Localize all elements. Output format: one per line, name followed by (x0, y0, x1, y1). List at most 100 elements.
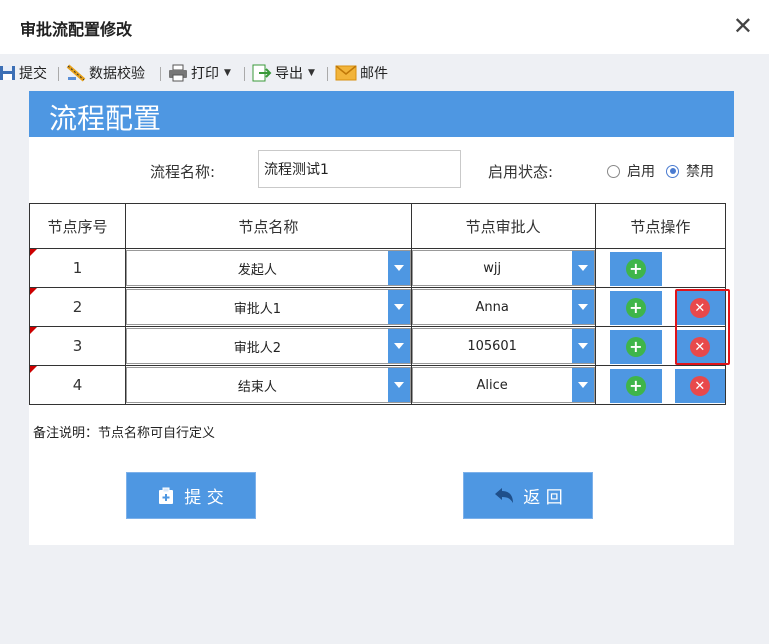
actions-cell: + ✕ (594, 326, 727, 366)
required-marker (30, 327, 37, 334)
approver-select[interactable]: Anna (411, 289, 595, 325)
approver-select[interactable]: Alice (411, 367, 595, 403)
node-name-value: 发起人 (237, 262, 277, 278)
approver-value: Anna (475, 299, 509, 315)
seq-cell: 1 (28, 248, 127, 288)
dialog-titlebar: 审批流配置修改 ✕ (0, 0, 769, 54)
seq-cell: 3 (28, 326, 127, 366)
node-name-select[interactable]: 结束人 (126, 367, 411, 403)
approver-value: 105601 (467, 338, 517, 354)
back-button[interactable]: 返 回 (463, 472, 593, 519)
radio-circle (607, 164, 620, 178)
toolbar-validate-button[interactable]: 数据校验 (66, 62, 145, 84)
close-circle-icon: ✕ (689, 337, 710, 357)
seq-value: 1 (72, 259, 83, 277)
delete-node-button[interactable]: ✕ (674, 330, 725, 364)
chevron-down-icon[interactable] (387, 251, 410, 285)
toolbar-submit-button[interactable]: 提交 (0, 62, 47, 84)
ruler-pencil-icon (66, 64, 86, 82)
seq-cell: 2 (28, 287, 127, 327)
submit-button[interactable]: 提 交 (126, 472, 256, 519)
approver-select[interactable]: 105601 (411, 328, 595, 364)
table-row: 2 审批人1 Anna + ✕ (28, 287, 727, 327)
close-circle-icon: ✕ (689, 298, 710, 318)
add-document-icon (158, 487, 176, 505)
chevron-down-icon[interactable] (387, 368, 410, 402)
add-node-button[interactable]: + (609, 252, 662, 286)
seq-value: 2 (72, 298, 83, 316)
toolbar-submit-label: 提交 (19, 66, 47, 82)
process-name-input[interactable] (258, 150, 461, 188)
actions-cell: + (594, 248, 727, 288)
config-panel: 流程配置 流程名称: 启用状态: 启用 禁用 节点序号 节点名称 节点审批人 节… (28, 91, 734, 545)
approver-value: Alice (476, 377, 508, 393)
chevron-down-icon: ▼ (308, 68, 315, 78)
required-marker (30, 288, 37, 295)
chevron-down-icon[interactable] (387, 329, 410, 363)
toolbar: 提交 数据校验 打印 ▼ 导出 ▼ 邮件 (0, 58, 769, 88)
radio-circle (666, 164, 679, 178)
name-cell: 审批人2 (125, 326, 412, 366)
toolbar-print-label: 打印 (191, 66, 219, 82)
chevron-down-icon[interactable] (571, 251, 594, 285)
name-cell: 发起人 (125, 248, 412, 288)
remark-note: 备注说明：节点名称可自行定义 (33, 426, 216, 441)
submit-button-label: 提 交 (184, 488, 224, 508)
add-node-button[interactable]: + (609, 369, 662, 403)
toolbar-print-button[interactable]: 打印 ▼ (168, 62, 231, 84)
plus-icon: + (625, 337, 646, 357)
toolbar-divider (160, 67, 161, 81)
toolbar-divider (58, 67, 59, 81)
chevron-down-icon[interactable] (387, 290, 410, 324)
approver-cell: 105601 (410, 326, 596, 366)
status-radio-disable-label: 禁用 (686, 164, 714, 180)
undo-arrow-icon (493, 487, 515, 505)
close-icon[interactable]: ✕ (733, 12, 753, 40)
name-cell: 审批人1 (125, 287, 412, 327)
process-name-label: 流程名称: (150, 163, 216, 181)
toolbar-export-button[interactable]: 导出 ▼ (252, 62, 315, 84)
back-button-label: 返 回 (523, 488, 563, 508)
node-name-select[interactable]: 审批人1 (126, 289, 411, 325)
header-actions: 节点操作 (594, 203, 727, 249)
table-row: 1 发起人 wjj + (28, 248, 727, 288)
printer-icon (168, 64, 188, 82)
node-name-select[interactable]: 审批人2 (126, 328, 411, 364)
seq-value: 4 (72, 376, 83, 394)
toolbar-export-label: 导出 (275, 66, 303, 82)
header-seq: 节点序号 (28, 203, 127, 249)
required-marker (30, 249, 37, 256)
panel-banner: 流程配置 (29, 91, 734, 137)
dialog-title: 审批流配置修改 (20, 20, 133, 39)
chevron-down-icon[interactable] (571, 290, 594, 324)
add-node-button[interactable]: + (609, 291, 662, 325)
toolbar-divider (244, 67, 245, 81)
add-node-button[interactable]: + (609, 330, 662, 364)
approver-select[interactable]: wjj (411, 250, 595, 286)
table-row: 3 审批人2 105601 + ✕ (28, 326, 727, 366)
panel-heading: 流程配置 (49, 102, 162, 135)
status-radio-disable[interactable]: 禁用 (666, 161, 714, 181)
mail-icon (335, 65, 357, 81)
approver-cell: Anna (410, 287, 596, 327)
seq-value: 3 (72, 337, 83, 355)
close-circle-icon: ✕ (689, 376, 710, 396)
node-name-select[interactable]: 发起人 (126, 250, 411, 286)
node-table: 节点序号 节点名称 节点审批人 节点操作 1 发起人 wjj + 2 审批人1 … (28, 203, 727, 405)
save-icon (0, 65, 16, 81)
delete-node-button[interactable]: ✕ (674, 291, 725, 325)
node-name-value: 审批人1 (233, 301, 281, 317)
toolbar-mail-button[interactable]: 邮件 (335, 62, 388, 84)
seq-cell: 4 (28, 365, 127, 405)
status-label: 启用状态: (488, 163, 554, 181)
plus-icon: + (625, 298, 646, 318)
delete-node-button[interactable]: ✕ (674, 369, 725, 403)
actions-cell: + ✕ (594, 365, 727, 405)
status-radio-enable[interactable]: 启用 (607, 161, 655, 181)
node-name-value: 审批人2 (233, 340, 281, 356)
chevron-down-icon[interactable] (571, 368, 594, 402)
header-name: 节点名称 (125, 203, 412, 249)
chevron-down-icon[interactable] (571, 329, 594, 363)
status-radio-enable-label: 启用 (627, 164, 655, 180)
toolbar-validate-label: 数据校验 (89, 66, 145, 82)
